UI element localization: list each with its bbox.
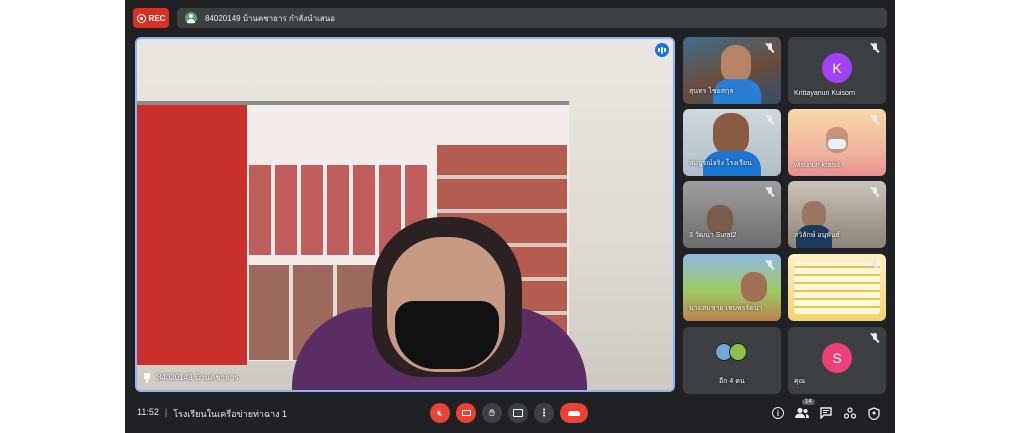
participant-name: สุนทร ไชยสกุล bbox=[689, 88, 734, 95]
bottom-toolbar: 11:52 | โรงเรียนในเครือข่ายท่าฉาง 1 🔇︎ ✋… bbox=[125, 395, 895, 433]
top-bar: REC 84020149 บ้านคชาธาร กำลังนำเสนอ bbox=[125, 0, 895, 36]
participant-name: 3 วัฒนา Surat2 bbox=[689, 232, 737, 239]
avatar: K bbox=[822, 53, 852, 83]
presenter-banner: 84020149 บ้านคชาธาร กำลังนำเสนอ bbox=[177, 8, 887, 28]
participant-tile[interactable]: K Krittayanun Kuisorn bbox=[788, 37, 886, 104]
pin-icon[interactable] bbox=[143, 372, 151, 383]
meet-window: REC 84020149 บ้านคชาธาร กำลังนำเสนอ 8402… bbox=[125, 0, 895, 433]
participant-name: คุณ bbox=[794, 378, 806, 385]
participant-name: Krittayanun Kuisorn bbox=[794, 90, 856, 97]
mic-off-icon bbox=[870, 333, 880, 343]
hand-icon: ✋︎ bbox=[489, 407, 495, 419]
chat-icon[interactable] bbox=[819, 406, 833, 420]
raise-hand-button[interactable]: ✋︎ bbox=[482, 403, 502, 423]
self-tile[interactable]: S คุณ bbox=[788, 327, 886, 394]
avatar bbox=[729, 343, 747, 361]
mic-off-icon bbox=[870, 115, 880, 125]
participant-tile[interactable]: wisunun kraisit bbox=[788, 109, 886, 176]
mic-off-icon bbox=[765, 187, 775, 197]
clock-time: 11:52 bbox=[137, 407, 159, 417]
present-icon bbox=[513, 409, 523, 417]
participant-count-badge: 14 bbox=[802, 399, 815, 405]
speaking-indicator-icon bbox=[655, 43, 669, 57]
camera-toggle-button[interactable] bbox=[456, 403, 476, 423]
recording-label: REC bbox=[148, 13, 166, 23]
host-controls-icon[interactable] bbox=[867, 406, 881, 420]
face-mask bbox=[395, 301, 499, 369]
recording-badge[interactable]: REC bbox=[133, 8, 169, 28]
mic-off-icon bbox=[870, 187, 880, 197]
meeting-name: โรงเรียนในเครือข่ายท่าฉาง 1 bbox=[173, 409, 288, 419]
participant-tile[interactable]: สมบูรณ์จริง โรงเรียน bbox=[683, 109, 781, 176]
main-video-tile[interactable]: 84020149 บ้านคชาธาร bbox=[135, 37, 675, 392]
participant-tile[interactable]: สวิลักษ์ อนุพันธ์ bbox=[788, 181, 886, 248]
mic-off-icon bbox=[870, 43, 880, 53]
record-icon bbox=[136, 13, 146, 23]
info-icon[interactable]: i bbox=[771, 406, 785, 420]
participant-name: wisunun kraisit bbox=[794, 162, 840, 169]
more-participants-label: อีก 4 คน bbox=[719, 378, 745, 385]
leave-call-button[interactable] bbox=[560, 403, 588, 423]
separator: | bbox=[164, 407, 168, 417]
avatar: S bbox=[822, 343, 852, 373]
shared-slide bbox=[794, 262, 880, 314]
participant-tile[interactable]: นายสมชาย เหมพรรัตนา bbox=[683, 254, 781, 321]
participant-name: สวิลักษ์ อนุพันธ์ bbox=[794, 232, 840, 239]
presenter-text: 84020149 บ้านคชาธาร กำลังนำเสนอ bbox=[205, 13, 336, 23]
participant-tile[interactable]: สุนทร ไชยสกุล bbox=[683, 37, 781, 104]
more-vertical-icon: ⋮ bbox=[539, 407, 549, 419]
mic-off-icon bbox=[765, 260, 775, 270]
participant-name: นายสมชาย เหมพรรัตนา bbox=[689, 305, 763, 312]
participant-tile[interactable]: 3 วัฒนา Surat2 bbox=[683, 181, 781, 248]
present-screen-button[interactable] bbox=[508, 403, 528, 423]
more-options-button[interactable]: ⋮ bbox=[534, 403, 554, 423]
meeting-info: 11:52 | โรงเรียนในเครือข่ายท่าฉาง 1 bbox=[137, 407, 287, 421]
activities-icon[interactable] bbox=[843, 406, 857, 420]
mic-off-icon bbox=[870, 260, 880, 270]
mic-off-icon bbox=[765, 43, 775, 53]
more-participants-tile[interactable]: อีก 4 คน bbox=[683, 327, 781, 394]
people-icon[interactable] bbox=[795, 406, 809, 420]
main-video-label: 84020149 บ้านคชาธาร bbox=[143, 371, 239, 384]
main-participant-name: 84020149 บ้านคชาธาร bbox=[157, 373, 239, 382]
participant-name: สมบูรณ์จริง โรงเรียน bbox=[689, 160, 752, 167]
camera-off-icon bbox=[461, 410, 471, 416]
mic-off-icon bbox=[765, 115, 775, 125]
participant-tile[interactable] bbox=[788, 254, 886, 321]
mic-toggle-button[interactable]: 🔇︎ bbox=[430, 403, 450, 423]
person-icon bbox=[185, 12, 197, 24]
hang-up-icon bbox=[568, 410, 580, 416]
mic-off-icon: 🔇︎ bbox=[437, 407, 443, 418]
